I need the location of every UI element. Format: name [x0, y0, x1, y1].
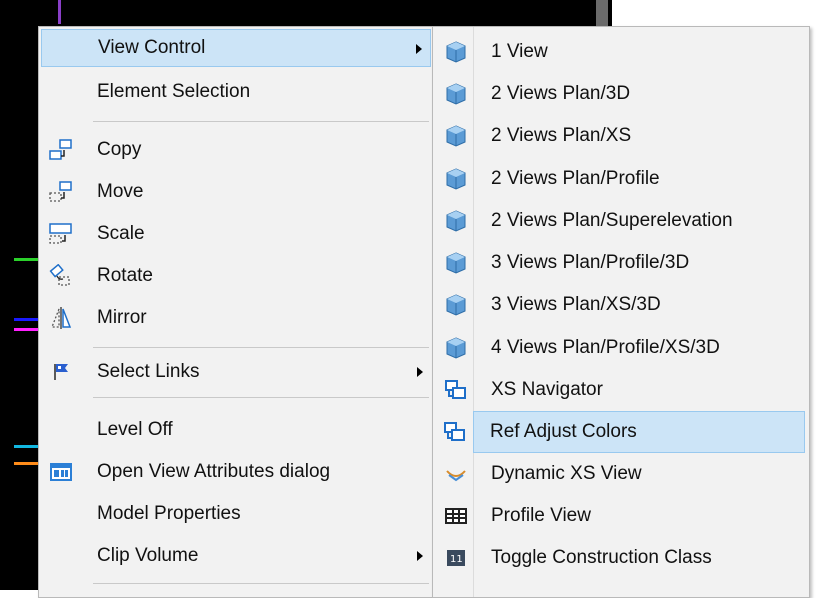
copy-icon — [49, 138, 73, 162]
submenu-item-2-views-plan-3d[interactable]: 2 Views Plan/3D — [435, 73, 807, 115]
menu-item-select-links[interactable]: Select Links — [41, 353, 431, 391]
menu-item-level-off[interactable]: Level Off — [41, 411, 431, 449]
submenu-item-xs-navigator[interactable]: XS Navigator — [435, 369, 807, 411]
cube-icon — [445, 294, 467, 316]
rotate-icon — [49, 263, 73, 288]
submenu-item-profile-view[interactable]: Profile View — [435, 495, 807, 537]
menu-item-label: Element Selection — [97, 81, 251, 102]
submenu-item-3-views-plan-xs-3d[interactable]: 3 Views Plan/XS/3D — [435, 284, 807, 326]
menu-item-label: Select Links — [97, 361, 200, 382]
cad-element-green — [14, 258, 38, 261]
submenu-item-label: 2 Views Plan/Superelevation — [491, 210, 733, 231]
submenu-arrow-icon — [416, 44, 422, 54]
submenu-item-label: Profile View — [491, 505, 591, 526]
menu-item-label: Open View Attributes dialog — [97, 461, 331, 482]
submenu-item-label: 1 View — [491, 41, 548, 62]
cad-element-blue — [14, 318, 38, 321]
mirror-icon — [49, 306, 73, 330]
menu-item-label: Model Properties — [97, 503, 241, 524]
cube-icon — [445, 210, 467, 232]
cube-icon — [445, 125, 467, 147]
menu-item-element-selection[interactable]: Element Selection — [41, 73, 431, 111]
menu-item-view-control[interactable]: View Control — [41, 29, 431, 67]
submenu-item-label: Ref Adjust Colors — [490, 421, 637, 442]
submenu-item-4-views-plan-profile-xs-3d[interactable]: 4 Views Plan/Profile/XS/3D — [435, 327, 807, 369]
submenu-item-1-view[interactable]: 1 View — [435, 31, 807, 73]
cube-icon — [445, 168, 467, 190]
svg-text:11: 11 — [450, 554, 463, 565]
context-menu: View Control Element Selection Copy Move — [38, 26, 434, 598]
submenu-item-2-views-plan-profile[interactable]: 2 Views Plan/Profile — [435, 158, 807, 200]
cube-icon — [445, 252, 467, 274]
submenu-item-dynamic-xs-view[interactable]: Dynamic XS View — [435, 453, 807, 495]
menu-item-label: View Control — [98, 37, 206, 58]
cad-element-purple — [58, 0, 61, 24]
menu-item-label: Clip Volume — [97, 545, 199, 566]
submenu-item-label: 3 Views Plan/XS/3D — [491, 294, 661, 315]
menu-item-label: Level Off — [97, 419, 173, 440]
scale-icon — [49, 222, 73, 246]
profile-view-icon — [445, 505, 467, 527]
menu-item-copy[interactable]: Copy — [41, 131, 431, 169]
menu-item-label: Scale — [97, 223, 145, 244]
menu-item-label: Mirror — [97, 307, 147, 328]
cube-icon — [445, 41, 467, 63]
cube-icon — [445, 83, 467, 105]
menu-item-scale[interactable]: Scale — [41, 215, 431, 253]
cube-icon — [445, 337, 467, 359]
menu-item-label: Rotate — [97, 265, 153, 286]
menu-separator — [93, 397, 429, 398]
submenu-item-label: 4 Views Plan/Profile/XS/3D — [491, 337, 720, 358]
menu-item-move[interactable]: Move — [41, 173, 431, 211]
submenu-item-label: 2 Views Plan/XS — [491, 125, 632, 146]
submenu-item-ref-adjust-colors[interactable]: Ref Adjust Colors — [444, 411, 805, 453]
menu-item-clip-volume[interactable]: Clip Volume — [41, 537, 431, 575]
menu-item-open-view-attributes[interactable]: Open View Attributes dialog — [41, 453, 431, 491]
menu-item-mirror[interactable]: Mirror — [41, 299, 431, 337]
menu-item-model-properties[interactable]: Model Properties — [41, 495, 431, 533]
view-control-submenu: 1 View 2 Views Plan/3D 2 Views Plan/XS 2… — [432, 26, 810, 598]
cad-element-cyan — [14, 445, 38, 448]
menu-separator — [93, 347, 429, 348]
submenu-item-toggle-construction-class[interactable]: 11 Toggle Construction Class — [435, 537, 807, 579]
menu-separator — [93, 583, 429, 584]
menu-separator — [93, 121, 429, 122]
submenu-item-label: Dynamic XS View — [491, 463, 642, 484]
xs-navigator-icon — [445, 379, 467, 401]
move-icon — [49, 180, 73, 204]
cad-element-magenta — [14, 328, 38, 331]
submenu-item-label: Toggle Construction Class — [491, 547, 712, 568]
construction-class-icon: 11 — [445, 547, 467, 569]
dynamic-xs-icon — [445, 463, 467, 485]
select-links-icon — [49, 360, 73, 384]
submenu-arrow-icon — [417, 367, 423, 377]
submenu-item-label: XS Navigator — [491, 379, 603, 400]
cad-element-orange — [14, 462, 38, 465]
submenu-item-label: 2 Views Plan/Profile — [491, 168, 660, 189]
menu-item-label: Move — [97, 181, 144, 202]
submenu-arrow-icon — [417, 551, 423, 561]
menu-item-rotate[interactable]: Rotate — [41, 257, 431, 295]
submenu-item-label: 3 Views Plan/Profile/3D — [491, 252, 690, 273]
submenu-item-2-views-plan-superelevation[interactable]: 2 Views Plan/Superelevation — [435, 200, 807, 242]
ref-adjust-colors-icon — [444, 421, 466, 443]
submenu-item-2-views-plan-xs[interactable]: 2 Views Plan/XS — [435, 115, 807, 157]
menu-item-label: Copy — [97, 139, 142, 160]
view-attributes-icon — [49, 460, 73, 484]
submenu-item-label: 2 Views Plan/3D — [491, 83, 631, 104]
submenu-item-3-views-plan-profile-3d[interactable]: 3 Views Plan/Profile/3D — [435, 242, 807, 284]
